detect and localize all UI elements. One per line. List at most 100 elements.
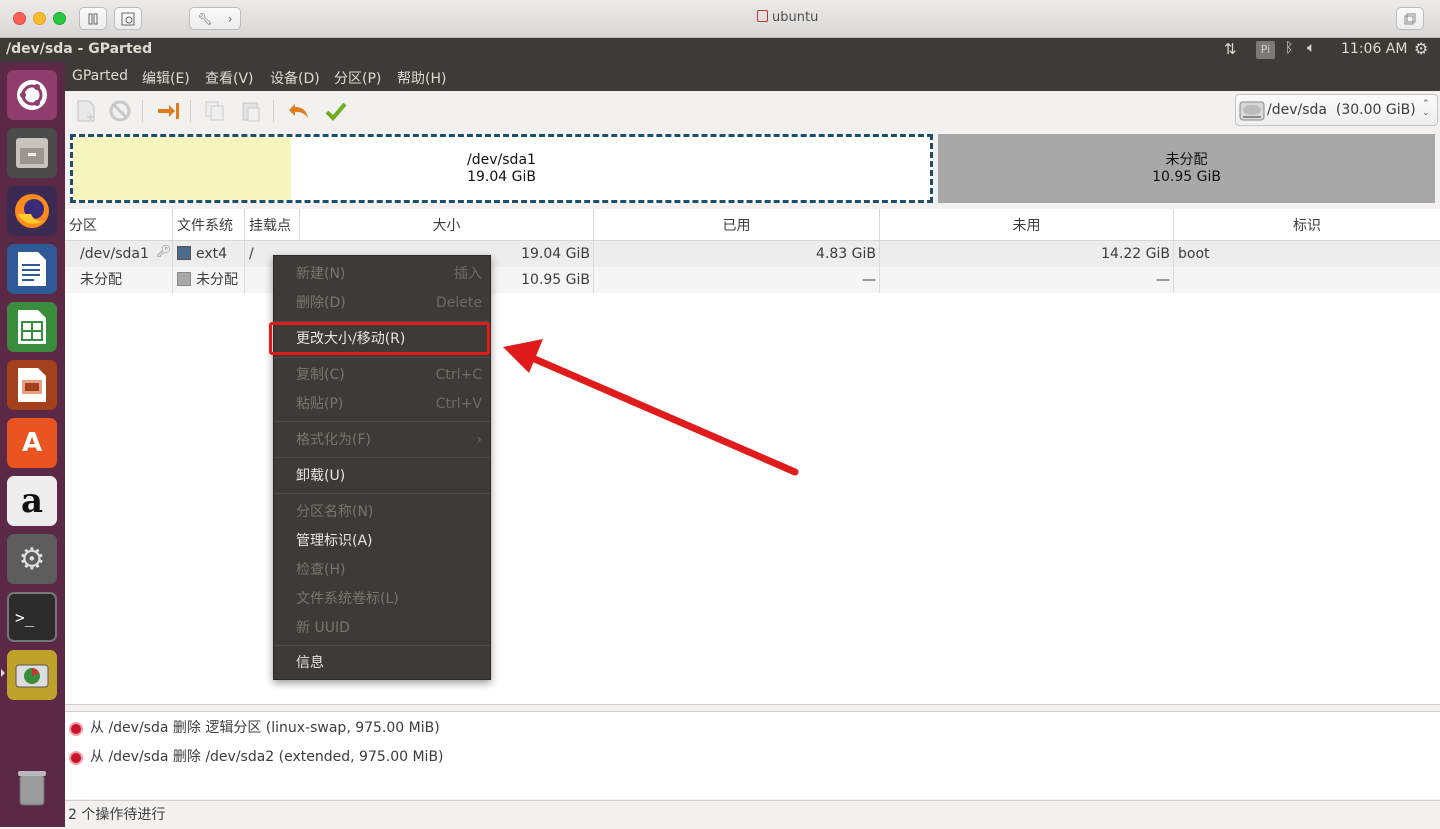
column-divider [879,241,880,293]
writer-icon[interactable] [7,244,57,294]
menu-item-label: 粘贴(P) [296,396,344,412]
menu-view[interactable]: 查看(V) [205,68,254,88]
paste-icon[interactable] [238,98,264,124]
menu-edit[interactable]: 编辑(E) [142,68,190,88]
menu-item-partition-name[interactable]: 分区名称(N) [274,498,490,526]
header-filesystem[interactable]: 文件系统 [173,209,245,241]
menu-item-label: 新建(N) [296,266,346,282]
list-item[interactable]: 从 /dev/sda 删除 逻辑分区 (linux-swap, 975.00 M… [65,714,1440,743]
list-item[interactable]: 从 /dev/sda 删除 /dev/sda2 (extended, 975.0… [65,743,1440,772]
operation-text: 从 /dev/sda 删除 /dev/sda2 (extended, 975.0… [90,749,444,765]
network-icon[interactable]: ⇅ [1224,40,1237,58]
device-selector[interactable]: /dev/sda (30.00 GiB) ⌃ ⌄ [1235,94,1438,126]
software-center-icon[interactable]: A [7,418,57,468]
cell-unused: 14.22 GiB [1101,246,1170,262]
menu-item-info[interactable]: 信息 [274,649,490,677]
cell-flags: boot [1178,246,1210,262]
pending-operations-list: 从 /dev/sda 删除 逻辑分区 (linux-swap, 975.00 M… [65,711,1440,799]
host-title: ubuntu [757,10,818,25]
minimize-window-button[interactable] [33,12,46,25]
firefox-icon[interactable] [7,186,57,236]
delete-partition-icon[interactable] [107,98,133,124]
trash-icon[interactable] [7,762,57,812]
menu-item-delete[interactable]: 删除(D) Delete [274,289,490,317]
pause-icon [88,13,98,24]
menu-item-new-uuid[interactable]: 新 UUID [274,614,490,642]
sda1-block[interactable]: /dev/sda1 19.04 GiB [70,134,933,203]
unallocated-block[interactable]: 未分配 10.95 GiB [938,134,1435,203]
header-mountpoint[interactable]: 挂载点 [245,209,300,241]
annotation-arrow-icon [503,339,799,476]
menu-item-unmount[interactable]: 卸载(U) [274,462,490,490]
menu-separator [274,421,490,422]
table-row[interactable]: /dev/sda1 🔑︎ ext4 / 19.04 GiB 4.83 GiB 1… [65,241,1440,267]
new-partition-icon[interactable]: + [73,98,99,124]
menu-item-label: 管理标识(A) [296,533,373,549]
system-settings-icon[interactable]: ⚙ [7,534,57,584]
menu-partition[interactable]: 分区(P) [334,68,381,88]
settings-button-group[interactable]: 🔧︎ › [189,7,241,30]
device-selector-value: /dev/sda (30.00 GiB) [1267,102,1416,118]
menu-item-check[interactable]: 检查(H) [274,556,490,584]
keyboard-indicator[interactable]: Pi [1256,41,1275,59]
delete-op-icon [69,751,83,765]
toolbar-separator [142,100,143,122]
menu-separator [274,357,490,358]
pane-divider[interactable] [65,704,1440,711]
system-menu-icon[interactable]: ⚙ [1414,39,1428,58]
terminal-icon[interactable]: >_ [7,592,57,642]
svg-text:+: + [86,112,94,122]
chevron-right-icon: › [227,11,233,26]
clock[interactable]: 11:06 AM [1341,41,1407,57]
snapshot-button[interactable] [114,7,142,30]
menu-item-paste[interactable]: 粘贴(P) Ctrl+V [274,390,490,418]
close-window-button[interactable] [13,12,26,25]
cell-used: — [862,272,876,288]
header-unused[interactable]: 未用 [880,209,1174,241]
resize-move-icon[interactable] [155,98,181,124]
gparted-icon[interactable] [7,650,57,700]
menu-gparted[interactable]: GParted [72,68,128,84]
menu-item-fs-label[interactable]: 文件系统卷标(L) [274,585,490,613]
vm-icon [757,10,768,22]
header-used[interactable]: 已用 [594,209,880,241]
volume-icon[interactable]: 🔈︎ [1307,40,1315,56]
menu-item-format[interactable]: 格式化为(F) › [274,426,490,454]
cell-unused: — [1156,272,1170,288]
header-flags[interactable]: 标识 [1174,209,1440,241]
harddisk-icon [1239,101,1265,121]
sda1-block-name: /dev/sda1 [467,152,536,168]
spin-arrows-icon: ⌃ ⌄ [1422,99,1430,118]
menu-help[interactable]: 帮助(H) [397,68,446,88]
menu-item-copy[interactable]: 复制(C) Ctrl+C [274,361,490,389]
table-row[interactable]: 未分配 未分配 10.95 GiB — — [65,267,1440,293]
fullscreen-icon [1404,13,1416,24]
header-partition[interactable]: 分区 [65,209,173,241]
menu-item-manage-flags[interactable]: 管理标识(A) [274,527,490,555]
header-size[interactable]: 大小 [300,209,594,241]
copy-icon[interactable] [202,98,228,124]
fs-color-swatch [177,246,191,260]
menu-device[interactable]: 设备(D) [270,68,320,88]
amazon-icon[interactable]: a [7,476,57,526]
maximize-window-button[interactable] [53,12,66,25]
host-titlebar: 🔧︎ › ubuntu [0,0,1440,38]
cell-mountpoint: / [249,246,254,262]
menu-item-new[interactable]: 新建(N) 插入 [274,260,490,288]
menu-item-label: 分区名称(N) [296,504,374,520]
bluetooth-icon[interactable]: ᛒ [1285,40,1293,56]
ubuntu-dash-icon[interactable] [7,70,57,120]
undo-icon[interactable] [286,98,312,124]
menu-item-label: 检查(H) [296,562,346,578]
column-divider [593,241,594,293]
calc-icon[interactable] [7,302,57,352]
menu-item-label: 新 UUID [296,620,350,636]
menubar: GParted 编辑(E) 查看(V) 设备(D) 分区(P) 帮助(H) [65,62,1440,91]
cell-filesystem: ext4 [196,246,228,262]
impress-icon[interactable] [7,360,57,410]
pause-button[interactable] [79,7,107,30]
toolbar-separator [190,100,191,122]
apply-icon[interactable] [323,98,349,124]
files-icon[interactable] [7,128,57,178]
fullscreen-button[interactable] [1396,7,1424,30]
